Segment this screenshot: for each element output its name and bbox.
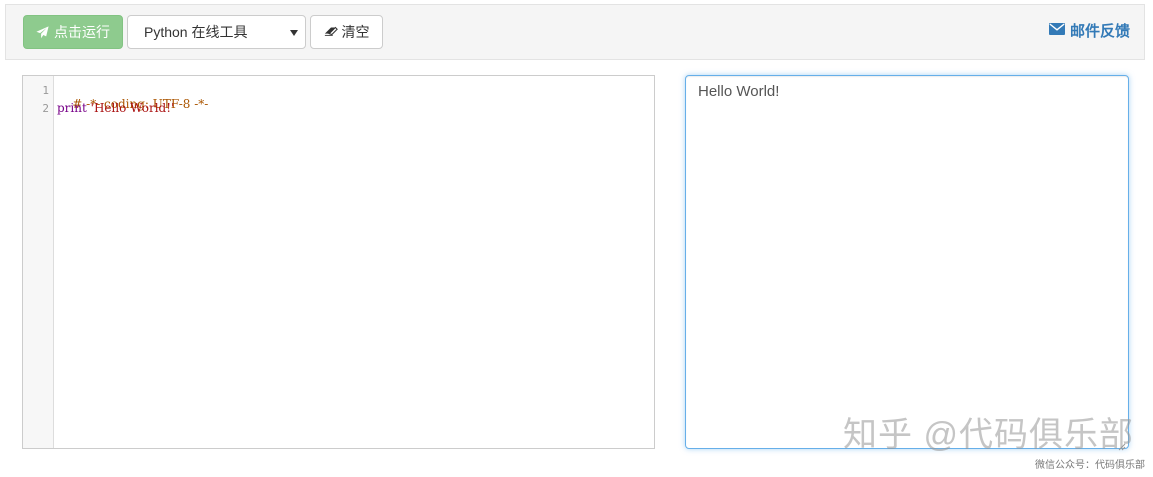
paper-plane-icon xyxy=(36,25,49,39)
watermark: 知乎 @代码俱乐部 xyxy=(843,416,1134,454)
watermark-caption: 微信公众号：代码俱乐部 xyxy=(1035,460,1145,471)
code-line: print 'Hello World!' xyxy=(57,101,174,115)
clear-button[interactable]: 清空 xyxy=(310,15,383,49)
line-number: 2 xyxy=(42,102,49,115)
language-select-value: Python 在线工具 xyxy=(144,24,248,40)
code-keyword: print xyxy=(57,101,87,115)
code-editor[interactable]: 1 2 # -*- coding: UTF-8 -*- print 'Hello… xyxy=(22,75,655,449)
line-number-gutter: 1 2 xyxy=(23,76,54,448)
email-feedback-link[interactable]: 邮件反馈 xyxy=(1048,19,1130,41)
code-string: 'Hello World!' xyxy=(90,101,175,115)
line-number: 1 xyxy=(42,84,49,97)
eraser-icon xyxy=(324,24,338,40)
envelope-icon xyxy=(1048,22,1065,39)
output-textarea[interactable]: Hello World! xyxy=(685,75,1129,451)
clear-button-label: 清空 xyxy=(341,24,370,40)
toolbar: 点击运行 Python 在线工具 清空 邮件反馈 xyxy=(5,4,1145,60)
output-text: Hello World! xyxy=(698,83,780,100)
language-select[interactable]: Python 在线工具 xyxy=(127,15,306,49)
caret-down-icon xyxy=(290,30,298,36)
run-button-label: 点击运行 xyxy=(54,24,110,40)
email-feedback-label: 邮件反馈 xyxy=(1069,22,1130,40)
run-button[interactable]: 点击运行 xyxy=(23,15,123,49)
